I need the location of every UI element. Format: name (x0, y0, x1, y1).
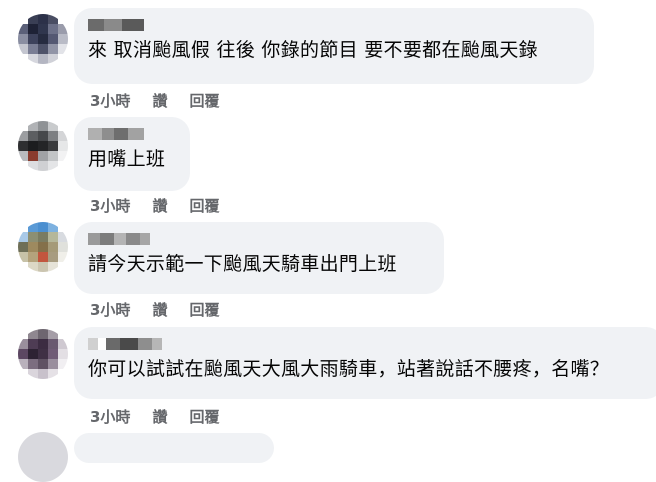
timestamp[interactable]: 3小時 (90, 90, 130, 111)
like-button[interactable]: 讚 (152, 299, 167, 320)
avatar[interactable] (18, 329, 68, 379)
avatar[interactable] (18, 222, 68, 272)
comment-bubble: 用嘴上班 (74, 117, 190, 191)
like-button[interactable]: 讚 (152, 90, 167, 111)
comment-text: 用嘴上班 (88, 148, 166, 170)
comment-text: 你可以試試在颱風天大風大雨騎車，站著說話不腰疼，名嘴？ (88, 358, 610, 380)
reply-button[interactable]: 回覆 (189, 195, 219, 216)
timestamp[interactable]: 3小時 (90, 195, 130, 216)
reply-button[interactable]: 回覆 (189, 299, 219, 320)
avatar[interactable] (18, 14, 68, 64)
comment-bubble: 你可以試試在颱風天大風大雨騎車，站著說話不腰疼，名嘴？ (74, 327, 656, 399)
comment-actions: 3小時 讚 回覆 (90, 195, 219, 216)
like-button[interactable]: 讚 (152, 406, 167, 427)
timestamp[interactable]: 3小時 (90, 299, 130, 320)
commenter-name-blurred[interactable] (88, 232, 430, 246)
comment-bubble: 請今天示範一下颱風天騎車出門上班 (74, 222, 444, 294)
comment-text: 來 取消颱風假 往後 你錄的節目 要不要都在颱風天錄 (88, 39, 538, 61)
like-button[interactable]: 讚 (152, 195, 167, 216)
next-comment-bubble (74, 433, 274, 463)
reply-button[interactable]: 回覆 (189, 406, 219, 427)
comment-actions: 3小時 讚 回覆 (90, 299, 219, 320)
comment-bubble: 來 取消颱風假 往後 你錄的節目 要不要都在颱風天錄 (74, 8, 594, 84)
commenter-name-blurred[interactable] (88, 127, 176, 141)
comment-actions: 3小時 讚 回覆 (90, 406, 219, 427)
reply-button[interactable]: 回覆 (189, 90, 219, 111)
commenter-name-blurred[interactable] (88, 337, 650, 351)
timestamp[interactable]: 3小時 (90, 406, 130, 427)
comment-actions: 3小時 讚 回覆 (90, 90, 219, 111)
avatar[interactable] (18, 121, 68, 171)
next-comment-avatar[interactable] (18, 432, 68, 482)
comment-text: 請今天示範一下颱風天騎車出門上班 (88, 253, 397, 275)
commenter-name-blurred[interactable] (88, 18, 580, 32)
